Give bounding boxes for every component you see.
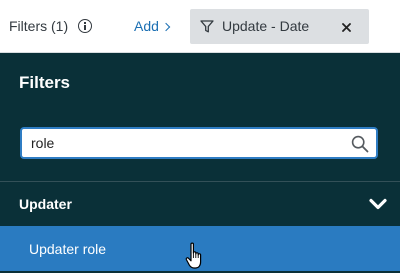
hand-cursor-icon — [185, 242, 202, 269]
active-filter-label: Update - Date — [222, 18, 310, 34]
close-icon[interactable] — [342, 23, 351, 32]
search-box[interactable] — [20, 127, 378, 159]
chevron-right-icon — [161, 22, 171, 32]
active-filter-chip[interactable]: Update - Date — [190, 9, 369, 44]
panel-title: Filters — [19, 73, 71, 92]
filter-group-label: Updater — [19, 196, 72, 212]
funnel-icon — [200, 20, 214, 33]
filter-group-updater[interactable]: Updater — [0, 182, 400, 226]
search-input[interactable] — [22, 129, 342, 157]
filters-panel: Filters Updater Updater role — [0, 53, 400, 273]
add-filter-label: Add — [134, 18, 159, 34]
filter-bar: Filters (1) Add Update - Date — [0, 0, 400, 53]
filters-count-label[interactable]: Filters (1) — [9, 18, 68, 34]
search-icon[interactable] — [351, 135, 369, 153]
chevron-down-icon[interactable] — [369, 198, 387, 210]
filter-option-label: Updater role — [29, 241, 107, 257]
info-icon[interactable] — [78, 19, 92, 33]
add-filter-link[interactable]: Add — [134, 18, 171, 34]
